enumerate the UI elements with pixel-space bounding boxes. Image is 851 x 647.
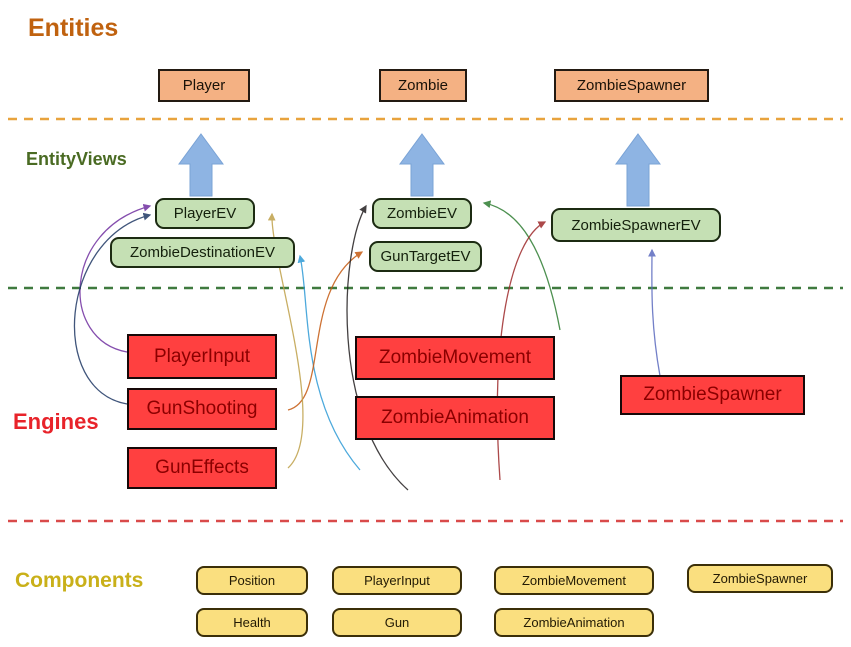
component-zombiemovement[interactable]: ZombieMovement <box>494 566 654 595</box>
band-label-components: Components <box>15 569 144 592</box>
zombiespawner-entity-arrow <box>615 133 661 207</box>
component-health[interactable]: Health <box>196 608 308 637</box>
engine-guneffects[interactable]: GunEffects <box>127 447 277 489</box>
component-position[interactable]: Position <box>196 566 308 595</box>
entityview-zombiedestinationev[interactable]: ZombieDestinationEV <box>110 237 295 268</box>
band-label-entities: Entities <box>28 14 119 42</box>
entity-zombiespawner[interactable]: ZombieSpawner <box>554 69 709 102</box>
ecs-architecture-diagram: Entities EntityViews Engines Components … <box>0 0 851 647</box>
conn-zombiemovement-to-zombiedestev <box>297 254 361 471</box>
conn-zombiespawner-to-spawnerev <box>648 248 661 377</box>
component-gun[interactable]: Gun <box>332 608 462 637</box>
entity-promotion-arrows <box>178 133 661 207</box>
engine-gunshooting[interactable]: GunShooting <box>127 388 277 430</box>
entityview-zombiespawnerev[interactable]: ZombieSpawnerEV <box>551 208 721 242</box>
engine-zombieanimation[interactable]: ZombieAnimation <box>355 396 555 440</box>
conn-gunshooting-to-guntargetev <box>287 251 364 411</box>
engine-zombiespawner[interactable]: ZombieSpawner <box>620 375 805 415</box>
component-zombiespawner[interactable]: ZombieSpawner <box>687 564 833 593</box>
band-label-entityviews: EntityViews <box>26 149 127 169</box>
entity-player[interactable]: Player <box>158 69 250 102</box>
engine-zombiemovement[interactable]: ZombieMovement <box>355 336 555 380</box>
conn-zombiespawner-eng-to-zombieev <box>482 200 561 331</box>
entityview-guntargetev[interactable]: GunTargetEV <box>369 241 482 272</box>
entity-zombie[interactable]: Zombie <box>379 69 467 102</box>
engine-playerinput[interactable]: PlayerInput <box>127 334 277 379</box>
player-entity-arrow <box>178 133 224 197</box>
conn-playerinput-to-playerev <box>79 203 152 353</box>
component-playerinput[interactable]: PlayerInput <box>332 566 462 595</box>
band-label-engines: Engines <box>13 409 99 434</box>
entityview-zombieev[interactable]: ZombieEV <box>372 198 472 229</box>
entityview-playerev[interactable]: PlayerEV <box>155 198 255 229</box>
component-zombieanimation[interactable]: ZombieAnimation <box>494 608 654 637</box>
zombie-entity-arrow <box>399 133 445 197</box>
